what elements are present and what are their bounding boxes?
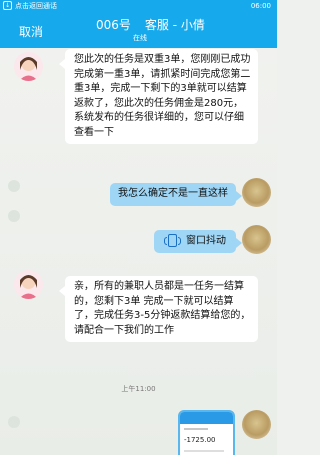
image-header <box>180 412 233 424</box>
agent-avatar[interactable] <box>14 52 43 81</box>
read-receipt-icon <box>8 416 20 428</box>
message-text: 窗口抖动 <box>186 235 226 247</box>
user-avatar[interactable] <box>242 225 271 254</box>
time-separator: 上午11:00 <box>121 385 156 393</box>
agent-avatar[interactable] <box>14 270 43 299</box>
read-receipt-icon <box>8 210 20 222</box>
user-avatar[interactable] <box>242 178 271 207</box>
message-list[interactable]: 您此次的任务是双重3单，您刚刚已成功完成第一重3单，请抓紧时间完成您第二重3单，… <box>0 48 277 455</box>
cancel-button[interactable]: 取消 <box>19 23 43 40</box>
agent-id: 006号 <box>96 18 131 32</box>
user-avatar[interactable] <box>242 410 271 439</box>
online-status: 在线 <box>133 34 147 42</box>
message-text: 亲，所有的兼职人员都是一任务一结算的，您剩下3单 完成一下就可以结算了，完成任务… <box>74 281 251 336</box>
image-message[interactable]: -1725.00 <box>178 410 235 455</box>
message-text: 我怎么确定不是一直这样 <box>118 188 228 199</box>
status-time: 06:00 <box>250 2 271 10</box>
agent-message-bubble[interactable]: 您此次的任务是双重3单，您刚刚已成功完成第一重3单，请抓紧时间完成您第二重3单，… <box>59 49 258 144</box>
status-bar: ↓ 点击返回通话 06:00 <box>0 0 277 12</box>
chat-title: 006号 客服 - 小倩 <box>96 16 205 33</box>
message-text: 您此次的任务是双重3单，您刚刚已成功完成第一重3单，请抓紧时间完成您第二重3单，… <box>74 54 251 138</box>
read-receipt-icon <box>8 180 20 192</box>
agent-name: 客服 - 小倩 <box>144 18 205 32</box>
image-amount: -1725.00 <box>184 436 216 444</box>
agent-message-bubble[interactable]: 亲，所有的兼职人员都是一任务一结算的，您剩下3单 完成一下就可以结算了，完成任务… <box>59 276 258 342</box>
window-shake-bubble[interactable]: 窗口抖动 <box>154 230 242 253</box>
chat-header: 取消 006号 客服 - 小倩 在线 <box>0 12 277 48</box>
user-message-bubble[interactable]: 我怎么确定不是一直这样 <box>110 183 242 206</box>
call-return-icon: ↓ <box>3 1 12 10</box>
phone-vibrate-icon <box>164 234 181 247</box>
return-to-call-text[interactable]: 点击返回通话 <box>15 1 57 11</box>
